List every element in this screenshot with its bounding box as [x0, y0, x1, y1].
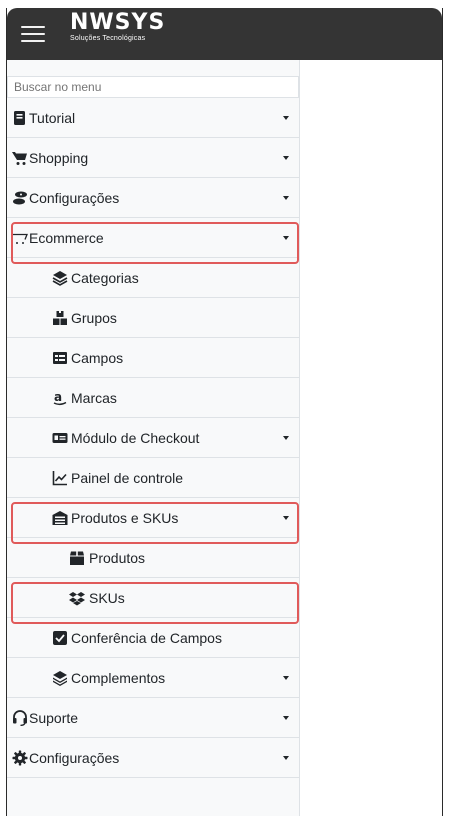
sidebar-item-produtos[interactable]: Produtos: [7, 538, 299, 578]
sidebar-item-suporte[interactable]: Suporte: [7, 698, 299, 738]
amazon-icon: a: [53, 390, 67, 406]
app-window: NWSYS Soluções Tecnológicas Tutorial Sho…: [6, 8, 443, 816]
sidebar-item-label: Produtos: [89, 550, 146, 566]
caret-down-icon: [283, 236, 289, 240]
settings-icon: [13, 191, 27, 205]
cart-icon: [12, 152, 27, 165]
chart-line-icon: [52, 471, 67, 486]
sidebar-menu: Tutorial Shopping Configurações: [7, 60, 300, 816]
caret-down-icon: [283, 756, 289, 760]
headset-icon: [13, 710, 27, 726]
caret-down-icon: [283, 676, 289, 680]
hamburger-menu-icon[interactable]: [21, 24, 45, 42]
sidebar-item-categorias[interactable]: Categorias: [7, 258, 299, 298]
layer-group-icon: [53, 671, 67, 686]
sidebar-item-painel[interactable]: Painel de controle: [7, 458, 299, 498]
sidebar-item-label: Painel de controle: [71, 470, 184, 486]
top-navbar: NWSYS Soluções Tecnológicas: [7, 8, 442, 60]
sidebar-item-configuracoes[interactable]: Configurações: [7, 178, 299, 218]
sidebar-item-label: Ecommerce: [29, 230, 104, 246]
menu-search-input[interactable]: [7, 76, 299, 98]
sidebar-item-checkout[interactable]: Módulo de Checkout: [7, 418, 299, 458]
sidebar-item-label: Suporte: [29, 710, 79, 726]
caret-down-icon: [283, 516, 289, 520]
check-square-icon: [53, 631, 67, 645]
caret-down-icon: [283, 436, 289, 440]
dropbox-icon: [69, 592, 85, 606]
sidebar-item-conferencia[interactable]: Conferência de Campos: [7, 618, 299, 658]
sidebar-item-complementos[interactable]: Complementos: [7, 658, 299, 698]
sidebar-item-label: Categorias: [71, 270, 139, 286]
table-icon: [53, 352, 67, 364]
brand-name: NWSYS: [70, 10, 166, 35]
brand-logo[interactable]: NWSYS Soluções Tecnológicas: [70, 10, 166, 43]
sidebar-item-label: Produtos e SKUs: [71, 510, 179, 526]
caret-down-icon: [283, 156, 289, 160]
sidebar-item-tutorial[interactable]: Tutorial: [7, 98, 299, 138]
sidebar-item-label: Configurações: [29, 190, 120, 206]
book-icon: [14, 111, 25, 125]
layers-icon: [52, 271, 68, 286]
sidebar-item-campos[interactable]: Campos: [7, 338, 299, 378]
sidebar-item-label: Complementos: [71, 670, 166, 686]
id-card-icon: [52, 433, 68, 443]
sidebar-item-produtos-skus[interactable]: Produtos e SKUs: [7, 498, 299, 538]
sidebar-item-skus[interactable]: SKUs: [7, 578, 299, 618]
sidebar-item-grupos[interactable]: Grupos: [7, 298, 299, 338]
box-icon: [70, 551, 84, 565]
warehouse-icon: [52, 511, 68, 525]
cog-icon: [12, 750, 28, 766]
sidebar-item-label: Marcas: [71, 390, 117, 406]
boxes-icon: [53, 311, 67, 325]
sidebar-item-label: Grupos: [71, 310, 117, 326]
sidebar-item-marcas[interactable]: a Marcas: [7, 378, 299, 418]
brand-tagline: Soluções Tecnológicas: [70, 35, 146, 42]
sidebar-item-shopping[interactable]: Shopping: [7, 138, 299, 178]
caret-down-icon: [283, 116, 289, 120]
sidebar-item-configuracoes-2[interactable]: Configurações: [7, 738, 299, 778]
sidebar-item-label: SKUs: [89, 590, 125, 606]
sidebar-item-label: Shopping: [29, 150, 89, 166]
sidebar-item-label: Configurações: [29, 750, 120, 766]
sidebar-item-label: Tutorial: [29, 110, 76, 126]
caret-down-icon: [283, 716, 289, 720]
cart-outline-icon: [12, 233, 28, 244]
sidebar-item-label: Conferência de Campos: [71, 630, 222, 646]
sidebar-item-ecommerce[interactable]: Ecommerce: [7, 218, 299, 258]
svg-text:a: a: [54, 390, 62, 404]
sidebar-item-label: Módulo de Checkout: [71, 430, 200, 446]
caret-down-icon: [283, 196, 289, 200]
sidebar-item-label: Campos: [71, 350, 124, 366]
